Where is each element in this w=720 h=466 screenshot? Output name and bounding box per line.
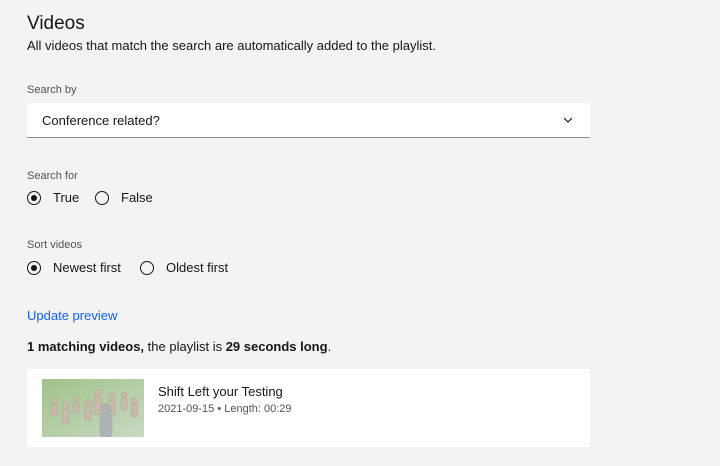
video-list-item[interactable]: Shift Left your Testing 2021-09-15 • Len…: [27, 369, 590, 447]
playlist-length: 29 seconds long: [225, 339, 328, 354]
search-by-label: Search by: [27, 84, 77, 96]
radio-unchecked-icon: [140, 261, 154, 275]
radio-checked-icon: [27, 191, 41, 205]
playlist-summary: 1 matching videos, the playlist is 29 se…: [27, 339, 331, 355]
video-thumbnail: [42, 379, 144, 437]
search-for-radio-group: True False: [27, 189, 227, 209]
page-subtitle: All videos that match the search are aut…: [27, 38, 436, 53]
sort-oldest-first-radio[interactable]: Oldest first: [140, 259, 250, 279]
radio-label: Oldest first: [166, 260, 229, 275]
chevron-down-icon: [563, 117, 573, 123]
search-for-false-radio[interactable]: False: [95, 189, 165, 209]
matching-count: 1 matching videos,: [27, 339, 145, 354]
sort-newest-first-radio[interactable]: Newest first: [27, 259, 132, 279]
search-for-label: Search for: [27, 170, 78, 182]
video-title[interactable]: Shift Left your Testing: [158, 384, 283, 400]
search-by-selected-value: Conference related?: [42, 113, 160, 128]
search-by-dropdown[interactable]: Conference related?: [27, 103, 590, 138]
radio-label: Newest first: [53, 260, 121, 275]
radio-unchecked-icon: [95, 191, 109, 205]
radio-label: False: [121, 190, 153, 205]
summary-end-text: .: [327, 339, 332, 354]
radio-label: True: [53, 190, 80, 205]
summary-middle-text: the playlist is: [144, 339, 226, 354]
sort-videos-label: Sort videos: [27, 239, 83, 251]
page-title: Videos: [27, 13, 85, 34]
sort-videos-radio-group: Newest first Oldest first: [27, 259, 287, 279]
video-meta: 2021-09-15 • Length: 00:29: [158, 403, 292, 415]
search-for-true-radio[interactable]: True: [27, 189, 87, 209]
update-preview-link[interactable]: Update preview: [27, 308, 117, 324]
radio-checked-icon: [27, 261, 41, 275]
